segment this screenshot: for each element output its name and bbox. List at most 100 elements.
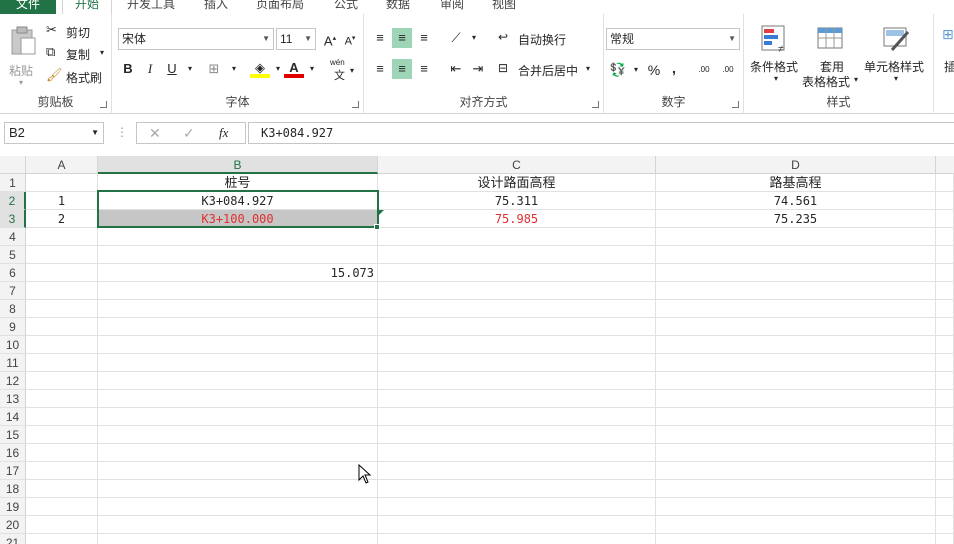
grid-cell[interactable] bbox=[936, 282, 954, 300]
cell-styles-button[interactable]: 单元格样式 ▾ bbox=[864, 22, 930, 92]
grid-cell[interactable] bbox=[26, 462, 98, 480]
grid-cell[interactable] bbox=[656, 282, 936, 300]
align-right-icon[interactable]: ≡ bbox=[414, 59, 434, 79]
row-header-17[interactable]: 17 bbox=[0, 462, 26, 480]
grid-cell[interactable] bbox=[936, 354, 954, 372]
grid-cell[interactable] bbox=[656, 444, 936, 462]
shrink-font-icon[interactable]: A▾ bbox=[340, 29, 360, 49]
bold-button[interactable]: B bbox=[118, 59, 138, 79]
cell-d1[interactable]: 路基高程 bbox=[656, 174, 936, 192]
grid-cell[interactable] bbox=[936, 336, 954, 354]
grid-cell[interactable] bbox=[26, 390, 98, 408]
font-color-icon[interactable]: A bbox=[284, 58, 304, 78]
tab-formulas[interactable]: 公式 bbox=[328, 0, 364, 14]
row-header-14[interactable]: 14 bbox=[0, 408, 26, 426]
grid-cell[interactable] bbox=[378, 516, 656, 534]
tab-page-layout[interactable]: 页面布局 bbox=[252, 0, 308, 14]
paste-button[interactable]: 粘贴 ▾ bbox=[6, 22, 40, 87]
row-header-6[interactable]: 6 bbox=[0, 264, 26, 282]
grid-cell[interactable] bbox=[656, 462, 936, 480]
copy-button[interactable]: ⧉ 复制 ▾ bbox=[46, 44, 108, 62]
grid-cell[interactable] bbox=[98, 426, 378, 444]
grid-cell[interactable] bbox=[98, 336, 378, 354]
border-dropdown-icon[interactable]: ▾ bbox=[224, 59, 244, 79]
grid-cell[interactable] bbox=[936, 390, 954, 408]
column-header-a[interactable]: A bbox=[26, 156, 98, 174]
fill-handle[interactable] bbox=[374, 224, 380, 230]
increase-decimal-button[interactable]: .00 bbox=[694, 60, 714, 80]
worksheet-grid[interactable]: A B C D 1 2 3 4 5 6 7 8 9 10 11 12 13 14 15 16 17 18 19 20 2… bbox=[0, 156, 954, 544]
border-icon[interactable]: ⊞ bbox=[204, 59, 224, 79]
grid-cell[interactable] bbox=[656, 228, 936, 246]
insert-cells-button[interactable]: ⊞ 插 bbox=[940, 22, 954, 92]
fill-color-icon[interactable]: ◈ bbox=[250, 58, 270, 78]
percent-button[interactable]: % bbox=[644, 60, 664, 80]
grid-cell[interactable] bbox=[378, 444, 656, 462]
grid-cell[interactable] bbox=[936, 426, 954, 444]
align-top-icon[interactable]: ≡ bbox=[370, 28, 390, 48]
row-header-1[interactable]: 1 bbox=[0, 174, 26, 192]
grid-cell[interactable] bbox=[98, 516, 378, 534]
tab-home[interactable]: 开始 bbox=[62, 0, 112, 14]
number-launcher-icon[interactable] bbox=[732, 101, 739, 108]
grid-cell[interactable] bbox=[26, 300, 98, 318]
tab-data[interactable]: 数据 bbox=[380, 0, 416, 14]
row-header-12[interactable]: 12 bbox=[0, 372, 26, 390]
grid-cell[interactable] bbox=[936, 480, 954, 498]
grid-cell[interactable] bbox=[656, 426, 936, 444]
grid-cell[interactable] bbox=[98, 390, 378, 408]
column-header-d[interactable]: D bbox=[656, 156, 936, 174]
cancel-icon[interactable]: ✕ bbox=[149, 125, 161, 142]
row-header-8[interactable]: 8 bbox=[0, 300, 26, 318]
grid-cell[interactable] bbox=[98, 246, 378, 264]
font-size-select[interactable]: 11 ▼ bbox=[276, 28, 316, 50]
grid-cell[interactable] bbox=[26, 426, 98, 444]
grid-cell[interactable] bbox=[656, 516, 936, 534]
formula-bar-drag-icon[interactable]: ⋮ bbox=[116, 125, 128, 139]
grid-cell[interactable] bbox=[656, 372, 936, 390]
grid-cell[interactable] bbox=[98, 372, 378, 390]
grid-cell[interactable] bbox=[26, 516, 98, 534]
grid-cell[interactable] bbox=[26, 228, 98, 246]
grid-cell[interactable] bbox=[378, 462, 656, 480]
insert-function-button[interactable]: fx bbox=[219, 125, 228, 141]
row-header-19[interactable]: 19 bbox=[0, 498, 26, 516]
grid-cell[interactable] bbox=[98, 444, 378, 462]
grid-cell[interactable] bbox=[936, 318, 954, 336]
increase-indent-icon[interactable]: ⇥ bbox=[468, 59, 488, 79]
grid-cell[interactable] bbox=[98, 408, 378, 426]
grid-cell[interactable] bbox=[98, 480, 378, 498]
grid-cell[interactable] bbox=[98, 534, 378, 544]
grid-cell[interactable] bbox=[656, 336, 936, 354]
row-header-21[interactable]: 21 bbox=[0, 534, 26, 544]
enter-icon[interactable]: ✓ bbox=[183, 125, 195, 142]
grid-cell[interactable] bbox=[378, 300, 656, 318]
grid-cell[interactable] bbox=[26, 318, 98, 336]
grid-cell[interactable] bbox=[26, 408, 98, 426]
grid-cell[interactable] bbox=[378, 390, 656, 408]
row-header-2[interactable]: 2 bbox=[0, 192, 26, 210]
grid-cell[interactable] bbox=[936, 210, 954, 228]
comma-button[interactable]: , bbox=[664, 58, 684, 78]
column-header-b[interactable]: B bbox=[98, 156, 378, 174]
grid-cell[interactable] bbox=[98, 354, 378, 372]
grid-cell[interactable] bbox=[26, 264, 98, 282]
grid-cell[interactable] bbox=[26, 444, 98, 462]
grid-cell[interactable] bbox=[26, 246, 98, 264]
phonetic-button[interactable]: wén 文 ▾ bbox=[324, 58, 358, 82]
grid-cell[interactable] bbox=[936, 516, 954, 534]
grid-cell[interactable] bbox=[656, 480, 936, 498]
cell-b6[interactable]: 15.073 bbox=[98, 264, 378, 282]
row-header-10[interactable]: 10 bbox=[0, 336, 26, 354]
grid-cell[interactable] bbox=[936, 246, 954, 264]
grid-cell[interactable] bbox=[936, 534, 954, 544]
grow-font-icon[interactable]: A▴ bbox=[320, 29, 340, 49]
grid-cell[interactable] bbox=[98, 300, 378, 318]
accounting-dropdown-icon[interactable]: ▾ bbox=[626, 60, 646, 80]
cell-d2[interactable]: 74.561 bbox=[656, 192, 936, 210]
grid-cell[interactable] bbox=[936, 462, 954, 480]
grid-cell[interactable] bbox=[656, 534, 936, 544]
row-header-11[interactable]: 11 bbox=[0, 354, 26, 372]
grid-cell[interactable] bbox=[936, 444, 954, 462]
grid-cell[interactable] bbox=[656, 498, 936, 516]
